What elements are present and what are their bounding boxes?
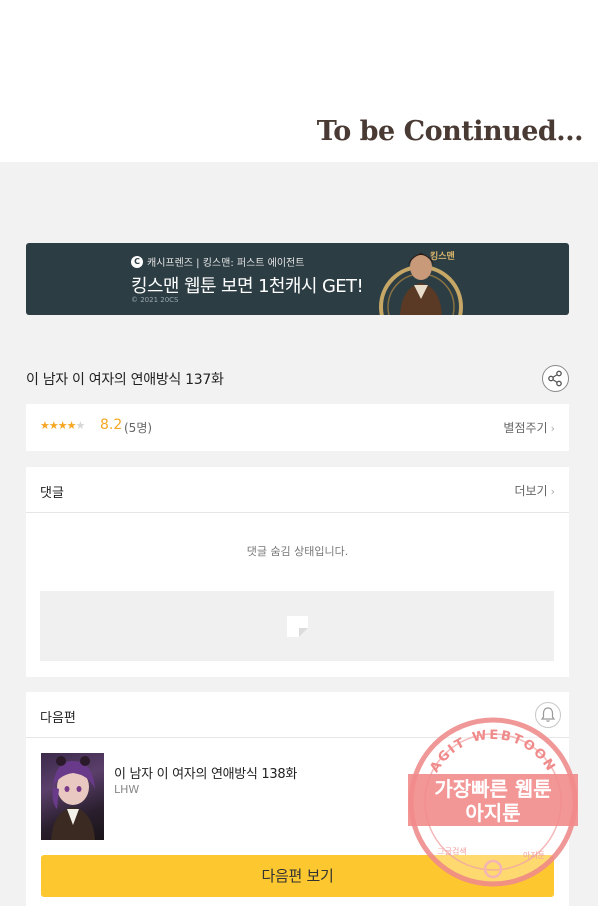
rating-card: ★★★★★ 8.2 (5명) 별점주기 › <box>26 404 569 451</box>
rating-stars: ★★★★★ <box>40 419 85 432</box>
ad-brand-text: 캐시프렌즈 | 킹스맨: 퍼스트 에이전트 <box>147 258 305 269</box>
next-episode-thumbnail[interactable] <box>41 753 104 840</box>
chevron-right-icon: › <box>550 485 555 498</box>
ad-copyright: © 2021 20CS <box>131 296 179 304</box>
watermark-stamp: AGIT WEBTOON 가장빠른 웹툰 아지툰 그글검색 아지툰 <box>408 717 578 887</box>
rating-score: 8.2 <box>100 417 123 433</box>
ad-banner[interactable]: C 캐시프렌즈 | 킹스맨: 퍼스트 에이전트 킹스맨 웹툰 보면 1천캐시 G… <box>26 243 569 315</box>
next-episode-title[interactable]: 이 남자 이 여자의 연애방식 138화 <box>114 763 297 782</box>
comments-title: 댓글 <box>40 486 64 501</box>
chevron-right-icon: › <box>550 422 555 435</box>
episode-title: 이 남자 이 여자의 연애방식 137화 <box>26 372 224 388</box>
ad-headline: 킹스맨 웹툰 보면 1천캐시 GET! <box>131 276 364 297</box>
watermark-line2: 아지툰 <box>465 801 520 825</box>
comments-header: 댓글 더보기 › <box>26 467 569 513</box>
thumbnail-illustration <box>51 756 95 840</box>
comments-hidden-message: 댓글 숨김 상태입니다. <box>246 545 349 558</box>
star-empty-icon: ★ <box>75 419 85 432</box>
comments-more-label: 더보기 <box>514 484 548 498</box>
star-filled-icon: ★★★★ <box>40 419 76 432</box>
comments-card: 댓글 더보기 › 댓글 숨김 상태입니다. <box>26 467 569 677</box>
next-episode-author: LHW <box>114 783 140 796</box>
to-be-continued-text: To be Continued... <box>316 116 584 147</box>
next-episode-heading: 다음편 <box>40 711 76 726</box>
watermark-bottom-right: 아지툰 <box>523 850 545 860</box>
ad-brand-row: C 캐시프렌즈 | 킹스맨: 퍼스트 에이전트 <box>131 254 304 269</box>
rating-count: (5명) <box>124 421 153 435</box>
watermark-line1: 가장빠른 웹툰 <box>434 777 551 801</box>
rate-button[interactable]: 별점주기 › <box>503 419 555 436</box>
ad-poster-image <box>379 253 463 315</box>
watermark-bottom-left: 그글검색 <box>437 846 466 856</box>
rate-button-label: 별점주기 <box>503 421 548 435</box>
ad-poster-title: 킹스맨 <box>430 252 455 262</box>
comment-ad-placeholder <box>40 591 554 661</box>
share-icon <box>548 370 562 387</box>
cashfriends-logo-icon: C <box>131 255 143 268</box>
share-button[interactable] <box>542 365 569 392</box>
image-placeholder-icon <box>287 616 308 637</box>
comments-more-button[interactable]: 더보기 › <box>514 482 555 499</box>
